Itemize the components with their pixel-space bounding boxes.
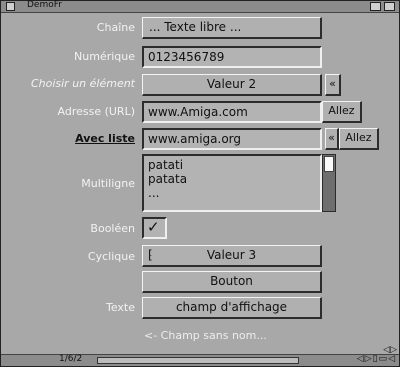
unnamed-field-label: <- Champ sans nom... (144, 329, 267, 342)
bottom-arrows-icon[interactable]: ◁▷▯▭◁ (357, 354, 396, 364)
avec-liste-allez-button[interactable]: Allez (339, 128, 379, 150)
avec-liste-input[interactable]: www.amiga.org (142, 128, 322, 150)
multiligne-scrollbar[interactable] (322, 154, 336, 212)
booleen-checkbox[interactable]: ✓ (142, 217, 167, 239)
label-numerique: Numérique (74, 50, 135, 63)
title-bar[interactable]: DemoFr (1, 0, 399, 13)
adresse-allez-button[interactable]: Allez (322, 101, 362, 123)
label-choisir: Choisir un élément (30, 77, 135, 90)
zoom-icon[interactable] (370, 2, 381, 11)
multiligne-line: patati (148, 158, 184, 172)
adresse-input[interactable]: www.Amiga.com (142, 101, 322, 123)
cycle-icon: ⁅ (148, 248, 153, 262)
label-adresse: Adresse (URL) (57, 105, 136, 118)
depth-icon[interactable] (384, 2, 395, 11)
choisir-popup-button[interactable]: « (325, 74, 341, 96)
label-texte: Texte (105, 301, 135, 314)
label-multiligne: Multiligne (81, 177, 135, 190)
label-avec-liste: Avec liste (75, 132, 135, 145)
label-booleen: Booléen (90, 222, 135, 235)
cyclique-value: Valeur 3 (206, 248, 257, 262)
window: DemoFr Chaîne ... Texte libre ... Numéri… (0, 0, 400, 367)
numerique-input[interactable]: 0123456789 (142, 46, 322, 68)
status-position: 1/6/2 (59, 354, 83, 364)
horizontal-scrollbar[interactable] (97, 357, 299, 364)
multiligne-line: ... (148, 186, 160, 200)
multiligne-line: patata (148, 172, 188, 186)
texte-display: champ d'affichage (142, 297, 322, 319)
close-icon[interactable] (6, 2, 15, 11)
choisir-select[interactable]: Valeur 2 (142, 74, 322, 96)
multiligne-textarea[interactable]: patati patata ... (142, 154, 322, 212)
chaine-field[interactable]: ... Texte libre ... (142, 17, 322, 39)
cyclique-button[interactable]: ⁅ Valeur 3 (142, 245, 322, 267)
scrollbar-knob[interactable] (324, 156, 334, 172)
bottom-bar: 1/6/2 ◁▷▯▭◁ (1, 354, 399, 366)
window-title: DemoFr (27, 0, 62, 10)
label-cyclique: Cyclique (87, 250, 135, 263)
bouton-button[interactable]: Bouton (142, 271, 322, 293)
avec-liste-popup-button[interactable]: « (325, 128, 339, 150)
label-chaine: Chaîne (96, 21, 135, 34)
